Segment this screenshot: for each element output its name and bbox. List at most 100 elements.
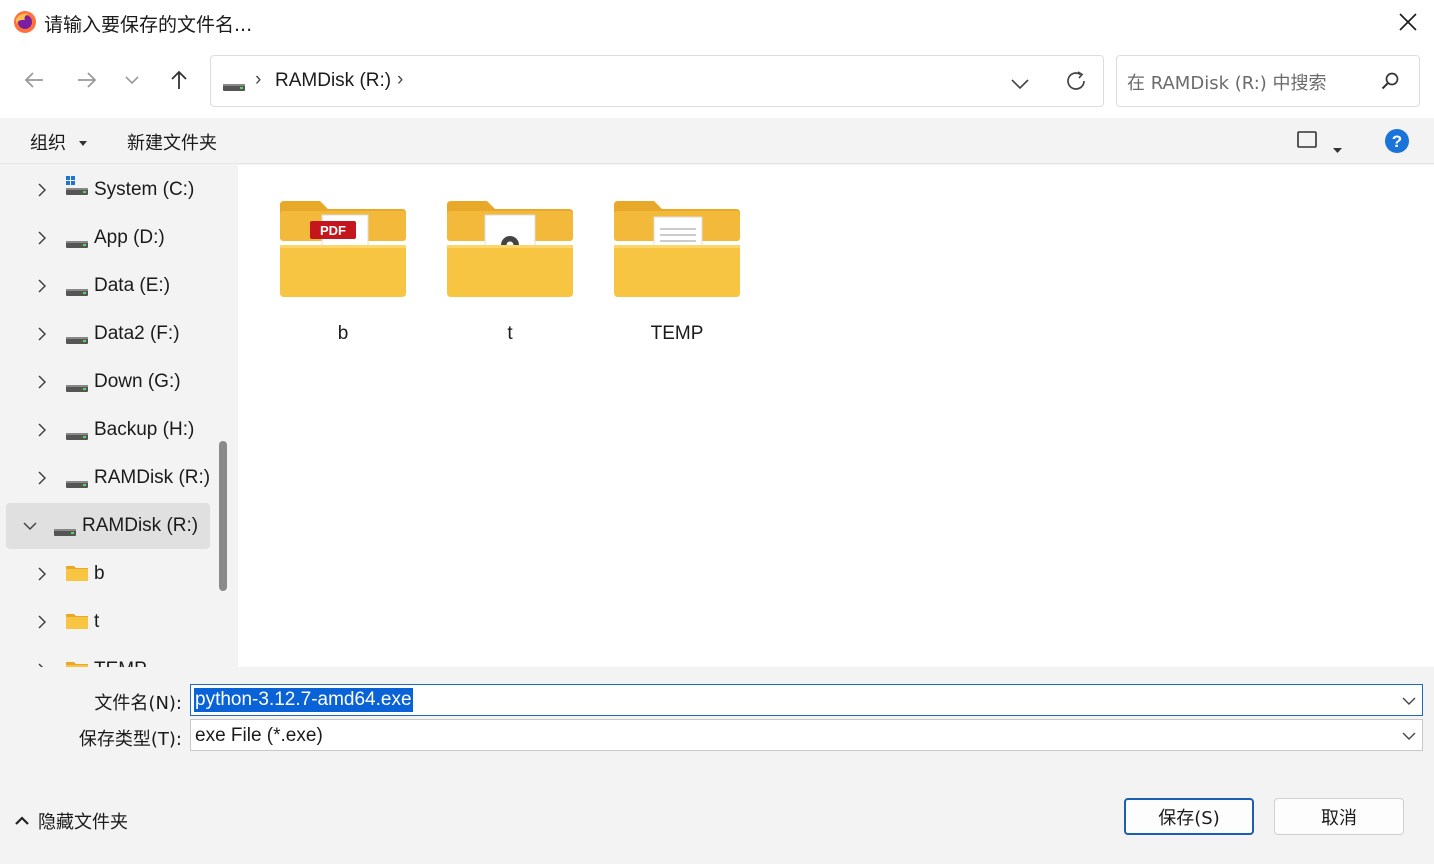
nav-tree-item-label: System (C:): [94, 179, 195, 200]
nav-tree-item[interactable]: Data2 (F:): [6, 311, 210, 357]
chevron-down-icon[interactable]: [1402, 694, 1416, 708]
filename-value: python-3.12.7-amd64.exe: [194, 688, 413, 712]
drive-icon: [66, 425, 88, 447]
firefox-icon: [13, 10, 37, 34]
navigation-pane: System (C:) App (D:) Data (E:) Data2 (F:) Do…: [0, 165, 236, 667]
nav-tree-item-label: Down (G:): [94, 371, 181, 392]
nav-tree-item[interactable]: Backup (H:): [6, 407, 210, 453]
folder-name: TEMP: [650, 323, 704, 344]
command-bar: 组织 新建文件夹 ?: [0, 118, 1434, 164]
search-input[interactable]: 在 RAMDisk (R:) 中搜索: [1116, 55, 1420, 107]
save-fields: 文件名(N): python-3.12.7-amd64.exe 保存类型(T):…: [0, 667, 1434, 765]
new-folder-button[interactable]: 新建文件夹: [127, 129, 217, 155]
dialog-footer: 隐藏文件夹 保存(S) 取消: [0, 765, 1434, 864]
folder-icon: [614, 201, 740, 297]
forward-button[interactable]: [69, 62, 105, 98]
drive-icon: [223, 76, 245, 98]
back-button[interactable]: [16, 62, 52, 98]
nav-tree-item[interactable]: TEMP: [6, 647, 210, 667]
folder-icon: [447, 201, 573, 297]
window-title: 请输入要保存的文件名...: [44, 14, 253, 36]
caret-down-icon: [78, 141, 87, 146]
chevron-right-icon[interactable]: [34, 326, 50, 342]
address-history-button[interactable]: [1011, 74, 1029, 96]
drive-icon: [66, 377, 88, 399]
svg-text:PDF: PDF: [320, 223, 346, 238]
help-icon: ?: [1385, 129, 1409, 153]
folder-name: b: [337, 323, 349, 344]
folder-icon: PDF: [280, 201, 406, 297]
navigation-bar: › RAMDisk (R:) › 在 RAMDisk (R:) 中搜索: [0, 44, 1434, 118]
nav-tree-item-label: App (D:): [94, 227, 165, 248]
chevron-right-icon[interactable]: [34, 470, 50, 486]
arrow-up-icon: [171, 70, 187, 89]
folder-name: t: [507, 323, 513, 344]
nav-tree-item-label: RAMDisk (R:): [94, 467, 211, 488]
chevron-right-icon[interactable]: [34, 566, 50, 582]
folder-item[interactable]: PDF b: [268, 193, 418, 353]
folder-item[interactable]: t: [435, 193, 585, 353]
nav-tree-item-label: Data2 (F:): [94, 323, 180, 344]
windows-drive-icon: [66, 176, 88, 198]
hide-folders-toggle[interactable]: 隐藏文件夹: [14, 808, 128, 834]
chevron-down-icon[interactable]: [22, 518, 38, 534]
chevron-down-icon: [1402, 732, 1416, 740]
refresh-icon: [1067, 71, 1085, 90]
chevron-right-icon[interactable]: [34, 230, 50, 246]
drive-icon: [66, 233, 88, 255]
organize-label: 组织: [30, 133, 66, 154]
chevron-right-icon[interactable]: [34, 614, 50, 630]
search-icon: [1381, 72, 1399, 96]
filetype-label: 保存类型(T):: [78, 729, 182, 750]
drive-icon: [66, 473, 88, 495]
save-button[interactable]: 保存(S): [1124, 798, 1254, 835]
scrollbar-track[interactable]: [216, 165, 232, 667]
drive-icon: [66, 281, 88, 303]
folder-icon: [66, 612, 88, 634]
organize-menu[interactable]: 组织: [30, 129, 88, 155]
chevron-down-icon: [125, 76, 139, 85]
nav-tree-item-label: b: [94, 563, 105, 584]
recent-locations-button[interactable]: [114, 62, 150, 98]
nav-tree-item[interactable]: App (D:): [6, 215, 210, 261]
drive-icon: [66, 329, 88, 351]
folder-item[interactable]: TEMP: [602, 193, 752, 353]
view-options-button[interactable]: [1297, 131, 1317, 155]
up-button[interactable]: [161, 62, 197, 98]
address-bar[interactable]: › RAMDisk (R:) ›: [210, 55, 1104, 107]
close-button[interactable]: [1388, 4, 1428, 40]
breadcrumb-separator[interactable]: ›: [397, 69, 403, 91]
nav-tree-item-label: RAMDisk (R:): [82, 515, 199, 536]
filetype-select[interactable]: exe File (*.exe): [190, 719, 1423, 751]
chevron-right-icon[interactable]: [34, 278, 50, 294]
arrow-right-icon: [78, 72, 97, 88]
caret-down-icon: [1333, 148, 1342, 153]
nav-tree-item[interactable]: b: [6, 551, 210, 597]
nav-tree-item[interactable]: t: [6, 599, 210, 645]
help-button[interactable]: ?: [1384, 128, 1410, 160]
filename-input[interactable]: python-3.12.7-amd64.exe: [190, 684, 1423, 716]
refresh-button[interactable]: [1065, 70, 1087, 98]
chevron-right-icon[interactable]: [34, 422, 50, 438]
file-list-view: PDF b t TEMP: [238, 165, 1434, 667]
view-pane-icon: [1297, 131, 1317, 148]
nav-tree-item[interactable]: Data (E:): [6, 263, 210, 309]
view-options-dropdown[interactable]: [1333, 138, 1342, 160]
nav-tree-item-label: Backup (H:): [94, 419, 195, 440]
nav-tree-item-label: Data (E:): [94, 275, 171, 296]
scrollbar-thumb[interactable]: [219, 441, 227, 591]
nav-tree-item[interactable]: RAMDisk (R:): [6, 503, 210, 549]
nav-tree-item[interactable]: RAMDisk (R:): [6, 455, 210, 501]
nav-tree-item[interactable]: System (C:): [6, 167, 210, 213]
chevron-right-icon[interactable]: [34, 374, 50, 390]
folder-icon: [66, 660, 88, 667]
chevron-right-icon[interactable]: [34, 182, 50, 198]
search-placeholder: 在 RAMDisk (R:) 中搜索: [1127, 73, 1327, 94]
cancel-button[interactable]: 取消: [1274, 798, 1404, 835]
chevron-up-icon: [15, 816, 29, 825]
nav-tree-item[interactable]: Down (G:): [6, 359, 210, 405]
filename-label: 文件名(N):: [94, 693, 182, 714]
folder-icon: [66, 564, 88, 586]
breadcrumb-drive[interactable]: RAMDisk (R:): [275, 70, 391, 92]
arrow-left-icon: [24, 72, 43, 88]
